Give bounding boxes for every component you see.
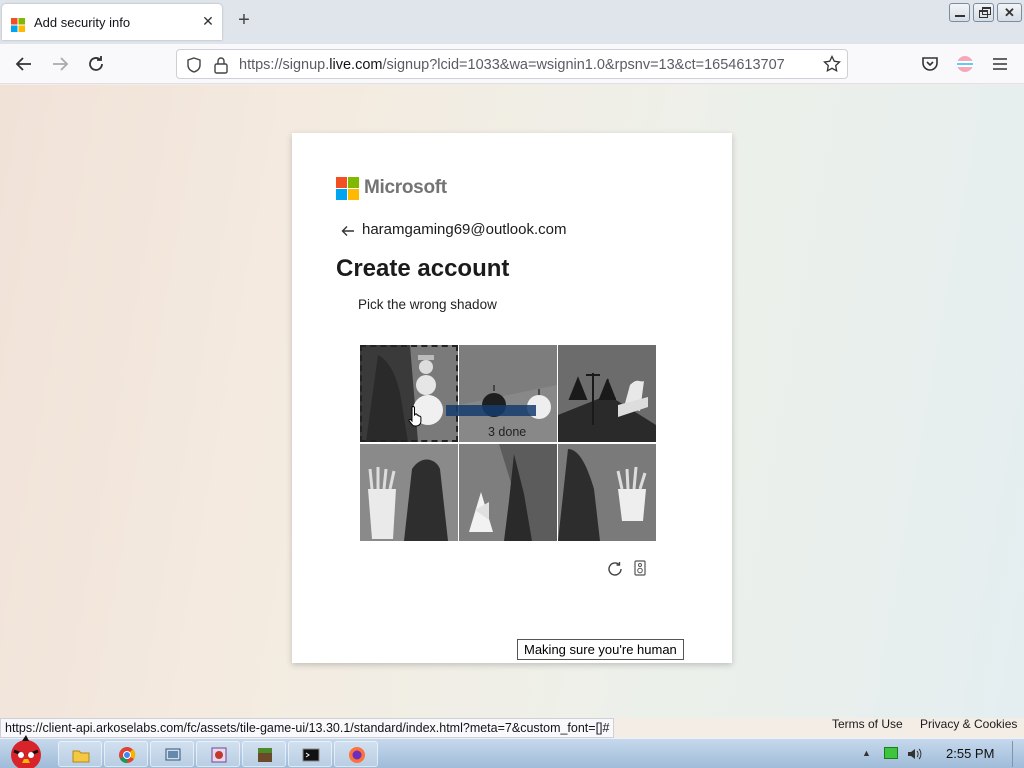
brand-name: Microsoft: [364, 177, 447, 198]
show-desktop-button[interactable]: [1012, 741, 1022, 767]
progress-text: 3 done: [488, 425, 527, 439]
fries-image: [360, 444, 458, 541]
terms-of-use-link[interactable]: Terms of Use: [832, 717, 903, 731]
signup-card: Microsoft haramgaming69@outlook.com Crea…: [292, 133, 732, 663]
taskbar-minecraft-button[interactable]: [242, 741, 286, 767]
puzzle-tile-fries[interactable]: [360, 444, 458, 541]
privacy-cookies-link[interactable]: Privacy & Cookies: [920, 717, 1017, 731]
hamburger-menu-icon[interactable]: [988, 52, 1012, 76]
chrome-icon: [119, 747, 136, 764]
folder-icon: [72, 750, 90, 763]
taskbar-paint-button[interactable]: [196, 741, 240, 767]
taskbar-chrome-button[interactable]: [104, 741, 148, 767]
taskbar-cmd-button[interactable]: [288, 741, 332, 767]
puzzle-tile-snowman[interactable]: [358, 343, 460, 444]
puzzle-tile-scales[interactable]: [558, 345, 656, 442]
status-link-preview: https://client-api.arkoselabs.com/fc/ass…: [0, 718, 615, 738]
paint-icon: [211, 747, 227, 763]
taskbar-screenshot-button[interactable]: [150, 741, 194, 767]
new-tab-button[interactable]: +: [234, 10, 254, 30]
lock-icon[interactable]: [213, 56, 229, 74]
minecraft-icon: [258, 748, 272, 762]
volume-icon[interactable]: [906, 746, 922, 762]
system-clock[interactable]: 2:55 PM: [946, 746, 994, 761]
puzzle-tile-fries-2[interactable]: [558, 444, 656, 541]
microsoft-favicon-icon: [11, 18, 25, 32]
christmas-tree-image: [459, 444, 557, 541]
tab-add-security-info[interactable]: Add security info ✕: [2, 4, 222, 40]
page-title: Create account: [336, 255, 510, 282]
tab-strip: Add security info ✕ + ✕: [0, 0, 1024, 44]
audio-challenge-icon[interactable]: [634, 560, 646, 576]
refresh-puzzle-icon[interactable]: [606, 560, 624, 578]
puzzle-instruction: Pick the wrong shadow: [358, 297, 497, 312]
account-email: haramgaming69@outlook.com: [362, 221, 567, 238]
verification-tooltip: Making sure you're human: [517, 639, 684, 660]
taskbar-explorer-button[interactable]: [58, 741, 102, 767]
navigation-toolbar: https://signup.live.com/signup?lcid=1033…: [0, 44, 1024, 84]
snowman-image: [360, 345, 458, 442]
reload-icon[interactable]: [84, 52, 108, 76]
back-arrow-icon[interactable]: [340, 223, 356, 239]
hand-pointer-cursor-icon: [408, 405, 422, 427]
address-bar[interactable]: https://signup.live.com/signup?lcid=1033…: [176, 49, 848, 79]
fries-image: [558, 444, 656, 541]
window-close-button[interactable]: ✕: [997, 3, 1022, 22]
tray-expand-icon[interactable]: ▲: [862, 748, 871, 758]
bookmark-star-icon[interactable]: [823, 55, 841, 73]
pocket-icon[interactable]: [918, 52, 942, 76]
screenshot-icon: [165, 748, 181, 761]
forward-arrow-icon[interactable]: [48, 52, 72, 76]
url-text: https://signup.live.com/signup?lcid=1033…: [239, 57, 785, 73]
progress-bar: [446, 405, 536, 416]
back-arrow-icon[interactable]: [12, 52, 36, 76]
window-restore-button[interactable]: [973, 3, 994, 22]
taskbar: ▲ 2:55 PM: [0, 735, 1024, 768]
cmd-icon: [302, 748, 320, 762]
page-background: Microsoft haramgaming69@outlook.com Crea…: [0, 85, 1024, 718]
tab-close-icon[interactable]: ✕: [200, 13, 216, 29]
puzzle-grid: 3 done: [358, 343, 656, 541]
window-minimize-button[interactable]: [949, 3, 970, 22]
scales-image: [558, 345, 656, 442]
taskbar-firefox-button[interactable]: [334, 741, 378, 767]
network-icon[interactable]: [884, 747, 898, 759]
tracking-protection-shield-icon[interactable]: [185, 56, 203, 74]
account-avatar-icon[interactable]: [953, 52, 977, 76]
tab-title: Add security info: [34, 15, 131, 30]
firefox-icon: [349, 747, 365, 763]
start-button-angry-bird-icon[interactable]: [2, 733, 50, 768]
puzzle-tile-christmas-tree[interactable]: [459, 444, 557, 541]
